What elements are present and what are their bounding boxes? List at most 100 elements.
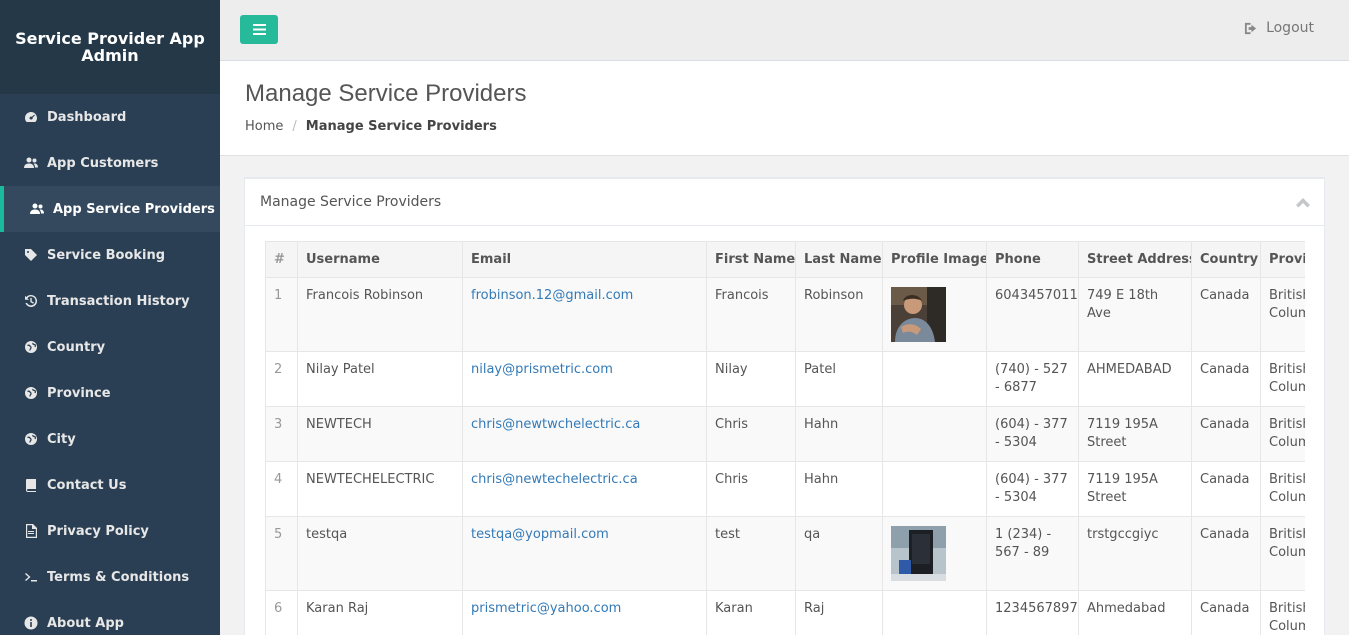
street-address-cell: 7119 195A Street	[1078, 406, 1192, 462]
profile-image	[891, 526, 946, 581]
sidebar-item-app-customers[interactable]: App Customers	[0, 140, 220, 186]
column-header-username[interactable]: Username	[297, 241, 463, 278]
province-cell: British Columbia	[1260, 351, 1305, 407]
profile-image	[891, 287, 946, 342]
first-name-cell: test	[706, 516, 796, 591]
sidebar-item-label: App Service Providers	[53, 201, 215, 217]
sidebar-item-service-booking[interactable]: Service Booking	[0, 232, 220, 278]
row-number: 5	[265, 516, 298, 591]
column-header-email[interactable]: Email	[462, 241, 707, 278]
chevron-up-icon[interactable]	[1296, 197, 1310, 208]
row-number: 3	[265, 406, 298, 462]
brand-title: Service Provider App Admin	[15, 29, 205, 65]
sidebar-item-label: Dashboard	[47, 109, 127, 125]
email-link[interactable]: prismetric@yahoo.com	[471, 601, 621, 616]
menu-toggle-button[interactable]	[240, 15, 278, 44]
info-icon	[24, 616, 38, 630]
sidebar-item-province[interactable]: Province	[0, 370, 220, 416]
email-link[interactable]: testqa@yopmail.com	[471, 527, 609, 542]
email-cell: chris@newtechelectric.ca	[462, 461, 707, 517]
sidebar-item-country[interactable]: Country	[0, 324, 220, 370]
phone-cell: 6043457011	[986, 277, 1079, 352]
sidebar-item-city[interactable]: City	[0, 416, 220, 462]
phone-cell: 1234567897	[986, 590, 1079, 635]
first-name-cell: Karan	[706, 590, 796, 635]
email-cell: frobinson.12@gmail.com	[462, 277, 707, 352]
email-link[interactable]: chris@newtechelectric.ca	[471, 472, 638, 487]
row-number: 1	[265, 277, 298, 352]
column-header-street-address[interactable]: Street Address	[1078, 241, 1192, 278]
table-row[interactable]: 5 testqa testqa@yopmail.com test qa 1 (234) -…	[265, 516, 1305, 591]
profile-image-cell	[882, 406, 987, 462]
brand[interactable]: Service Provider App Admin	[0, 0, 220, 94]
breadcrumb-separator: /	[292, 119, 297, 134]
first-name-cell: Nilay	[706, 351, 796, 407]
sidebar-item-transaction-history[interactable]: Transaction History	[0, 278, 220, 324]
globe-icon	[24, 386, 38, 400]
table-container[interactable]: # Username Email First Name Last Name Profile…	[265, 241, 1305, 635]
sidebar-item-terms-conditions[interactable]: Terms & Conditions	[0, 554, 220, 600]
email-cell: nilay@prismetric.com	[462, 351, 707, 407]
street-address-cell: 7119 195A Street	[1078, 461, 1192, 517]
first-name-cell: Chris	[706, 406, 796, 462]
profile-image-cell	[882, 351, 987, 407]
globe-icon	[24, 340, 38, 354]
table-row[interactable]: 2 Nilay Patel nilay@prismetric.com Nilay Pat…	[265, 351, 1305, 407]
sidebar-item-label: About App	[47, 615, 124, 631]
users-icon	[30, 202, 44, 216]
country-cell: Canada	[1191, 277, 1261, 352]
providers-table: # Username Email First Name Last Name Profile…	[265, 241, 1305, 635]
last-name-cell: Raj	[795, 590, 883, 635]
street-address-cell: trstgccgiyc	[1078, 516, 1192, 591]
province-cell: British Columbia	[1260, 590, 1305, 635]
province-cell: British Columbia	[1260, 277, 1305, 352]
sidebar-item-label: App Customers	[47, 155, 159, 171]
sidebar-item-label: City	[47, 431, 76, 447]
column-header-last-name[interactable]: Last Name	[795, 241, 883, 278]
column-header-first-name[interactable]: First Name	[706, 241, 796, 278]
sidebar-item-contact-us[interactable]: Contact Us	[0, 462, 220, 508]
username-cell: Nilay Patel	[297, 351, 463, 407]
page-title: Manage Service Providers	[245, 80, 527, 107]
breadcrumb-home[interactable]: Home	[245, 119, 283, 134]
street-address-cell: Ahmedabad	[1078, 590, 1192, 635]
column-header-phone[interactable]: Phone	[986, 241, 1079, 278]
sidebar-item-dashboard[interactable]: Dashboard	[0, 94, 220, 140]
sidebar-item-app-service-providers[interactable]: App Service Providers	[0, 186, 220, 232]
table-row[interactable]: 4 NEWTECHELECTRIC chris@newtechelectric.ca…	[265, 461, 1305, 517]
column-header-profile-image[interactable]: Profile Image	[882, 241, 987, 278]
country-cell: Canada	[1191, 590, 1261, 635]
province-cell: British Columbia	[1260, 516, 1305, 591]
breadcrumb: Home / Manage Service Providers	[245, 119, 497, 134]
providers-panel: Manage Service Providers # Username Email F…	[244, 177, 1325, 635]
sidebar-item-label: Transaction History	[47, 293, 190, 309]
column-header-province[interactable]: Province	[1260, 241, 1305, 278]
email-link[interactable]: nilay@prismetric.com	[471, 362, 613, 377]
phone-cell: (604) - 377 - 5304	[986, 461, 1079, 517]
last-name-cell: Hahn	[795, 461, 883, 517]
sidebar: Service Provider App Admin Dashboard App …	[0, 0, 220, 635]
last-name-cell: Robinson	[795, 277, 883, 352]
table-row[interactable]: 3 NEWTECH chris@newtwchelectric.ca Chris Hah…	[265, 406, 1305, 462]
street-address-cell: 749 E 18th Ave	[1078, 277, 1192, 352]
profile-image-cell	[882, 461, 987, 517]
sidebar-item-privacy-policy[interactable]: Privacy Policy	[0, 508, 220, 554]
last-name-cell: Hahn	[795, 406, 883, 462]
table-row[interactable]: 6 Karan Raj prismetric@yahoo.com Karan Raj 12…	[265, 590, 1305, 635]
sidebar-item-label: Privacy Policy	[47, 523, 149, 539]
logout-link[interactable]: Logout	[1244, 20, 1314, 36]
history-icon	[24, 294, 38, 308]
email-cell: testqa@yopmail.com	[462, 516, 707, 591]
email-link[interactable]: frobinson.12@gmail.com	[471, 288, 633, 303]
column-header-number[interactable]: #	[265, 241, 298, 278]
profile-image-cell	[882, 277, 987, 352]
email-link[interactable]: chris@newtwchelectric.ca	[471, 417, 640, 432]
table-header-row: # Username Email First Name Last Name Profile…	[265, 241, 1305, 278]
column-header-country[interactable]: Country	[1191, 241, 1261, 278]
table-row[interactable]: 1 Francois Robinson frobinson.12@gmail.com…	[265, 277, 1305, 352]
file-icon	[24, 524, 38, 538]
username-cell: testqa	[297, 516, 463, 591]
username-cell: Francois Robinson	[297, 277, 463, 352]
users-icon	[24, 156, 38, 170]
sidebar-item-about-app[interactable]: About App	[0, 600, 220, 635]
